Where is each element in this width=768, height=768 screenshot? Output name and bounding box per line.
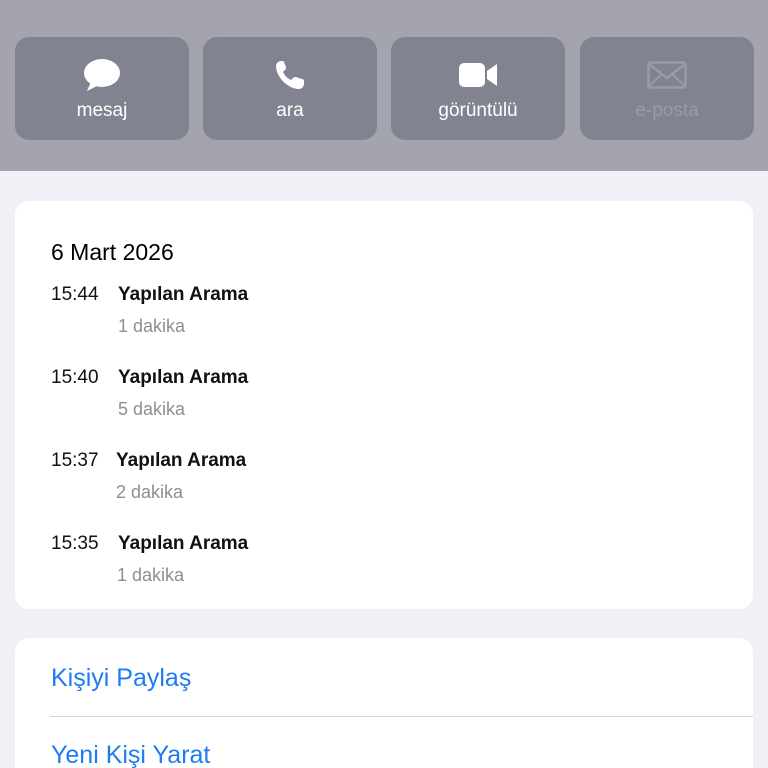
message-button[interactable]: mesaj: [15, 37, 189, 140]
video-button-label: görüntülü: [438, 100, 518, 121]
call-type: Yapılan Arama: [118, 284, 249, 305]
contact-actions-card: Kişiyi Paylaş Yeni Kişi Yarat: [15, 638, 753, 768]
call-time: 15:35: [51, 533, 99, 554]
call-history-date: 6 Mart 2026: [51, 239, 174, 265]
mail-envelope-icon: [580, 57, 754, 93]
share-contact-link[interactable]: Kişiyi Paylaş: [51, 663, 191, 693]
call-history-row: 15:44 Yapılan Arama 1 dakika: [15, 283, 753, 353]
email-button[interactable]: e-posta: [580, 37, 754, 140]
video-button[interactable]: görüntülü: [391, 37, 565, 140]
video-camera-icon: [391, 57, 565, 93]
call-type: Yapılan Arama: [116, 450, 247, 471]
call-time: 15:40: [51, 367, 99, 388]
call-duration: 2 dakika: [116, 482, 184, 502]
call-button[interactable]: ara: [203, 37, 377, 140]
contact-detail-screen: mesaj ara görüntülü e-posta 6 Mart 2026 …: [0, 0, 768, 768]
call-button-label: ara: [276, 100, 304, 121]
call-duration: 5 dakika: [118, 399, 186, 419]
phone-icon: [203, 57, 377, 93]
call-type: Yapılan Arama: [118, 367, 249, 388]
email-button-label: e-posta: [635, 100, 699, 121]
call-time: 15:44: [51, 284, 99, 305]
call-history-row: 15:40 Yapılan Arama 5 dakika: [15, 366, 753, 436]
call-duration: 1 dakika: [117, 565, 185, 585]
divider: [50, 716, 753, 717]
call-history-row: 15:35 Yapılan Arama 1 dakika: [15, 532, 753, 602]
call-time: 15:37: [51, 450, 99, 471]
contact-header: mesaj ara görüntülü e-posta: [0, 0, 768, 171]
message-button-label: mesaj: [76, 100, 128, 121]
message-bubble-icon: [15, 57, 189, 93]
call-history-row: 15:37 Yapılan Arama 2 dakika: [15, 449, 753, 519]
call-type: Yapılan Arama: [118, 533, 249, 554]
create-new-contact-link[interactable]: Yeni Kişi Yarat: [51, 740, 210, 768]
call-history-card: 6 Mart 2026 15:44 Yapılan Arama 1 dakika…: [15, 201, 753, 609]
call-duration: 1 dakika: [118, 316, 186, 336]
